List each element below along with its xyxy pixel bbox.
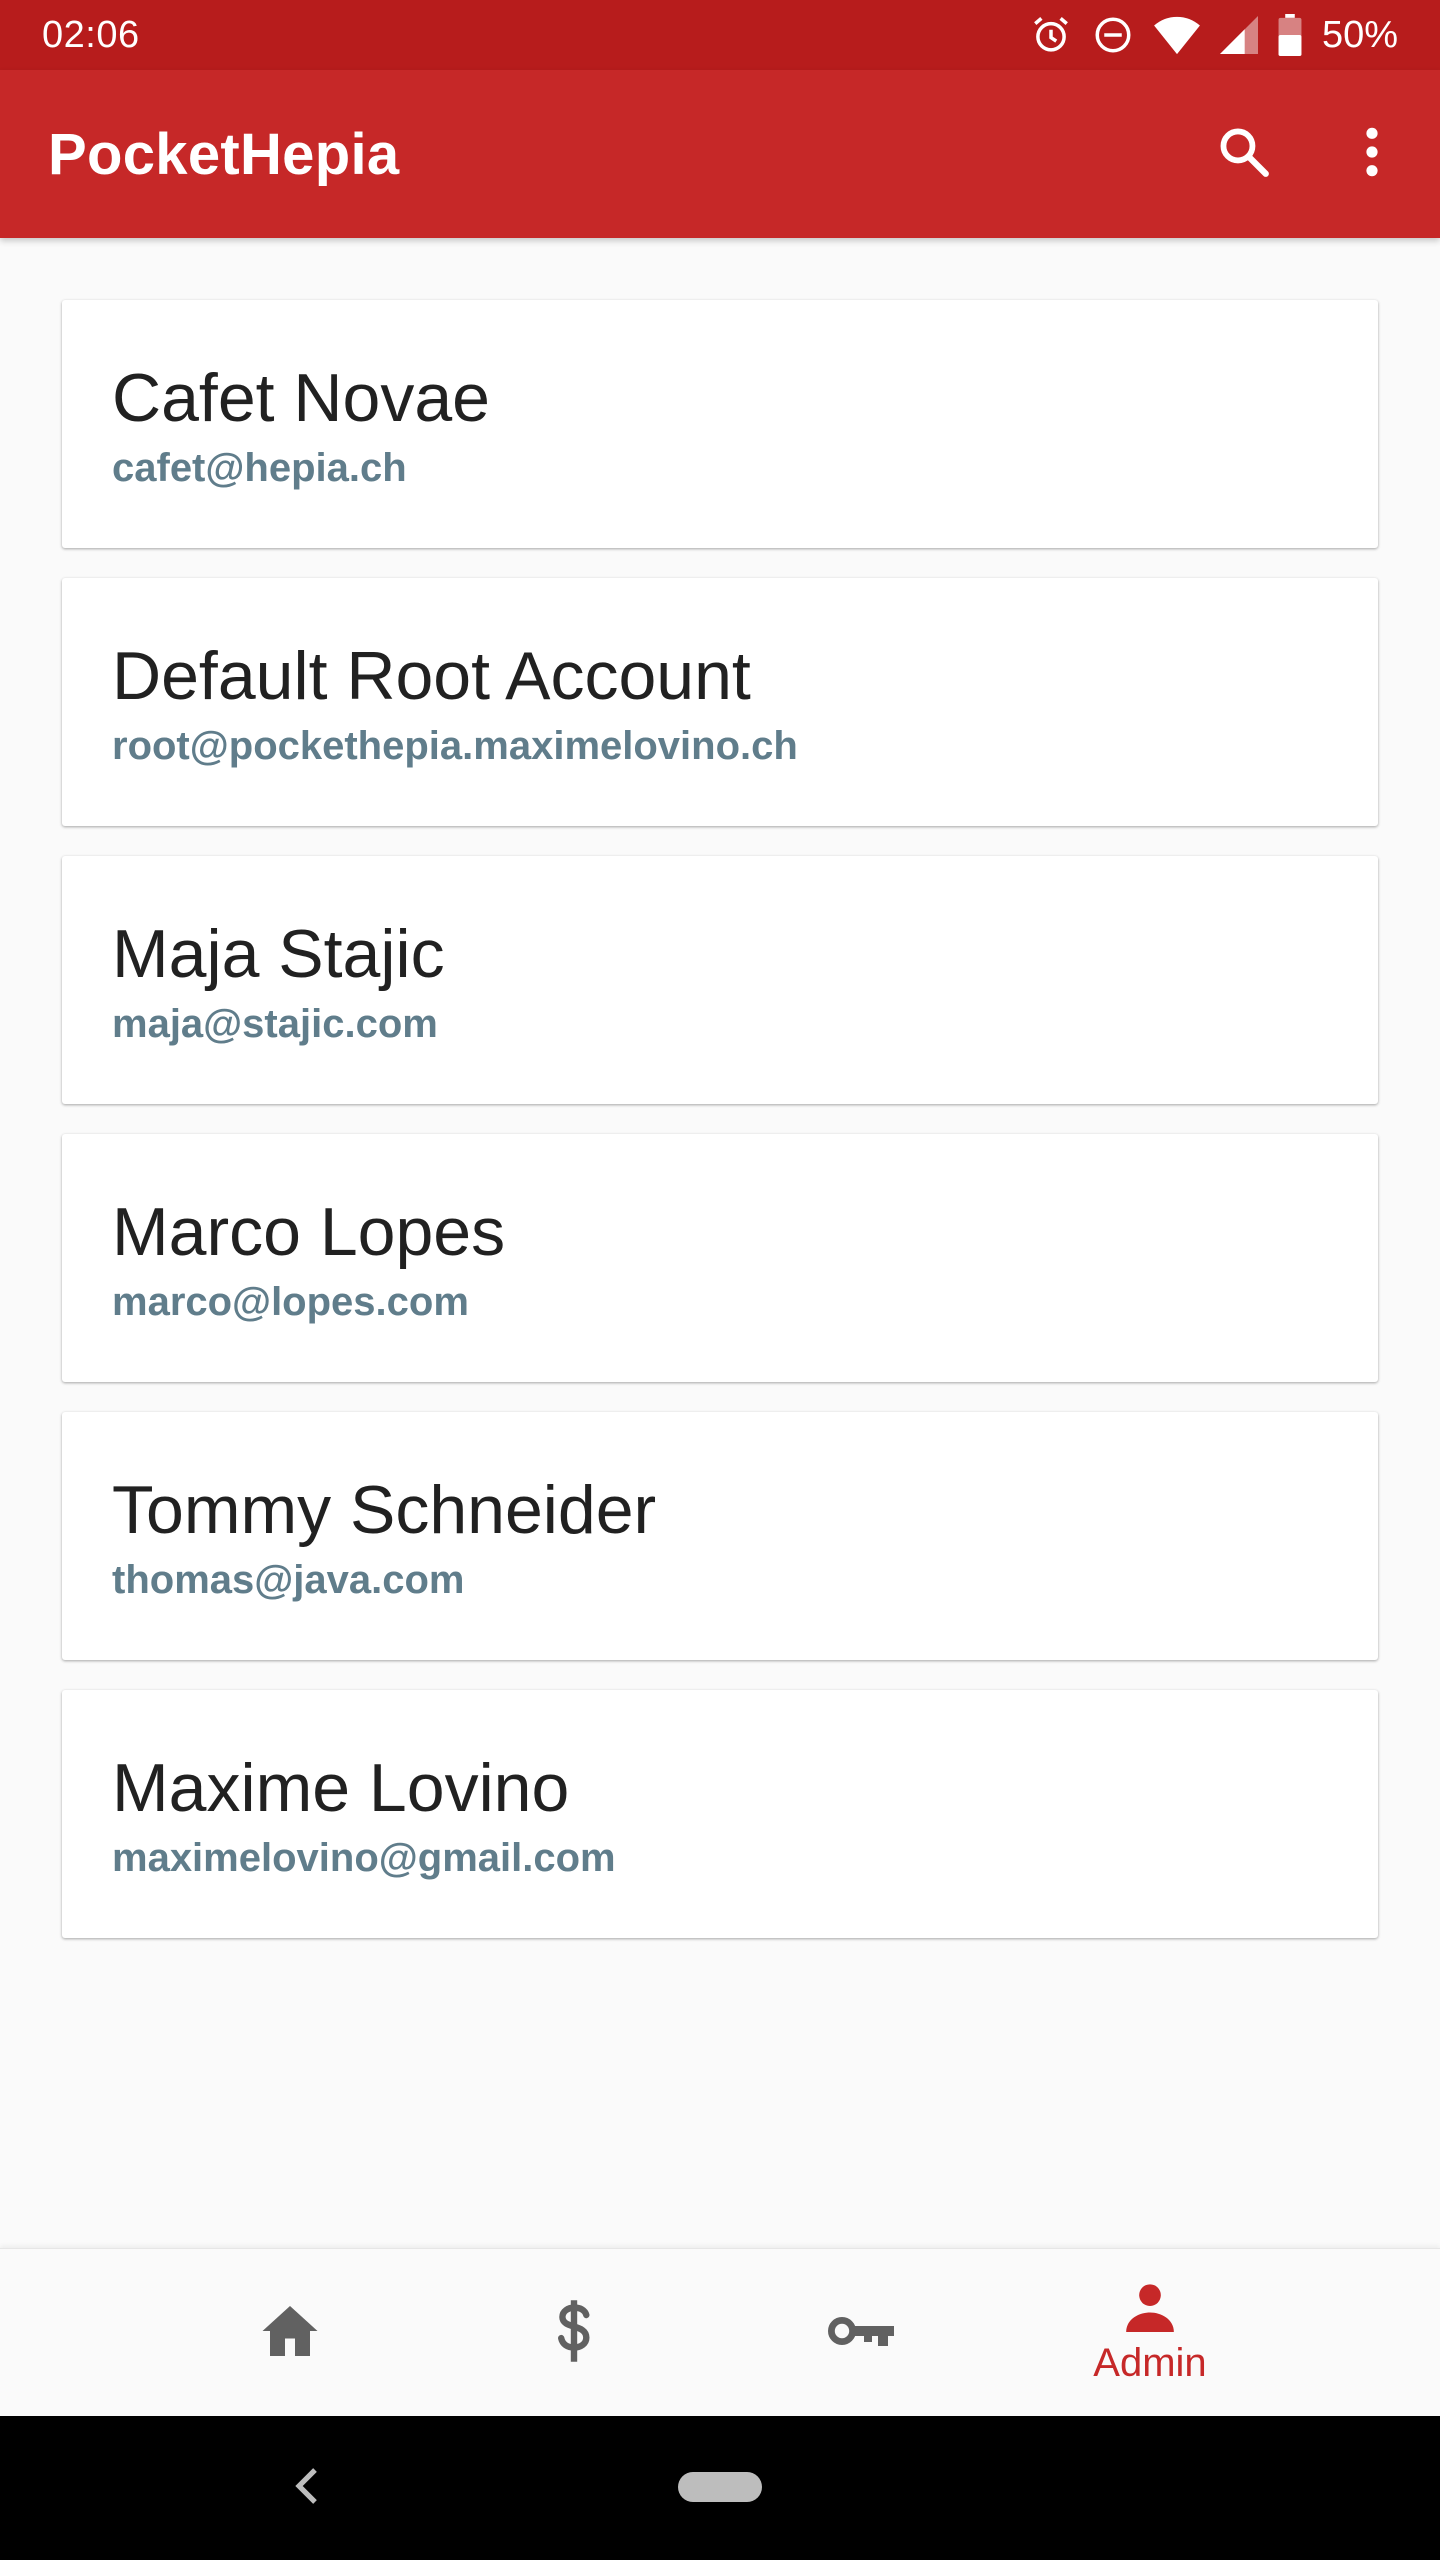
search-icon [1215,123,1273,186]
user-list: Cafet Novae cafet@hepia.ch Default Root … [62,300,1378,1968]
search-button[interactable] [1206,116,1282,192]
person-icon [1124,2280,1176,2337]
key-icon [827,2311,896,2356]
bottom-navigation: Admin [0,2248,1440,2416]
user-card[interactable]: Marco Lopes marco@lopes.com [62,1134,1378,1382]
system-navigation-bar [0,2416,1440,2560]
status-bar: 02:06 50% [0,0,1440,70]
more-vert-icon [1362,124,1382,185]
home-icon [260,2303,320,2364]
nav-item-admin[interactable]: Admin [1050,2249,1250,2417]
status-time: 02:06 [42,13,140,56]
user-email: marco@lopes.com [112,1280,469,1324]
user-name: Marco Lopes [112,1194,506,1270]
alarm-icon [1030,14,1072,56]
dollar-icon [554,2299,594,2368]
app-title: PocketHepia [48,121,400,187]
battery-percent: 50% [1321,13,1398,56]
app-bar: PocketHepia [0,70,1440,238]
nav-item-payments[interactable] [474,2249,674,2417]
chevron-left-icon [294,2466,320,2511]
user-card[interactable]: Tommy Schneider thomas@java.com [62,1412,1378,1660]
system-home-pill[interactable] [678,2472,762,2502]
signal-icon [1219,15,1258,55]
user-email: maja@stajic.com [112,1002,438,1046]
nav-label-admin: Admin [1093,2341,1207,2385]
user-card[interactable]: Maja Stajic maja@stajic.com [62,856,1378,1104]
status-icons: 50% [1030,14,1398,57]
wifi-icon [1154,14,1200,56]
user-email: cafet@hepia.ch [112,446,407,490]
system-back-button[interactable] [282,2460,332,2516]
user-card[interactable]: Cafet Novae cafet@hepia.ch [62,300,1378,548]
user-email: maximelovino@gmail.com [112,1836,616,1880]
user-card[interactable]: Default Root Account root@pockethepia.ma… [62,578,1378,826]
user-name: Default Root Account [112,638,751,714]
app-actions [1206,116,1410,192]
overflow-menu-button[interactable] [1334,116,1410,192]
user-card[interactable]: Maxime Lovino maximelovino@gmail.com [62,1690,1378,1938]
nav-item-home[interactable] [190,2249,390,2417]
user-name: Tommy Schneider [112,1472,657,1548]
user-name: Maja Stajic [112,916,445,992]
nav-item-access[interactable] [762,2249,962,2417]
user-name: Maxime Lovino [112,1750,570,1826]
do-not-disturb-icon [1092,14,1134,56]
user-name: Cafet Novae [112,360,490,436]
user-email: root@pockethepia.maximelovino.ch [112,724,798,768]
user-email: thomas@java.com [112,1558,465,1602]
battery-icon [1278,14,1302,56]
